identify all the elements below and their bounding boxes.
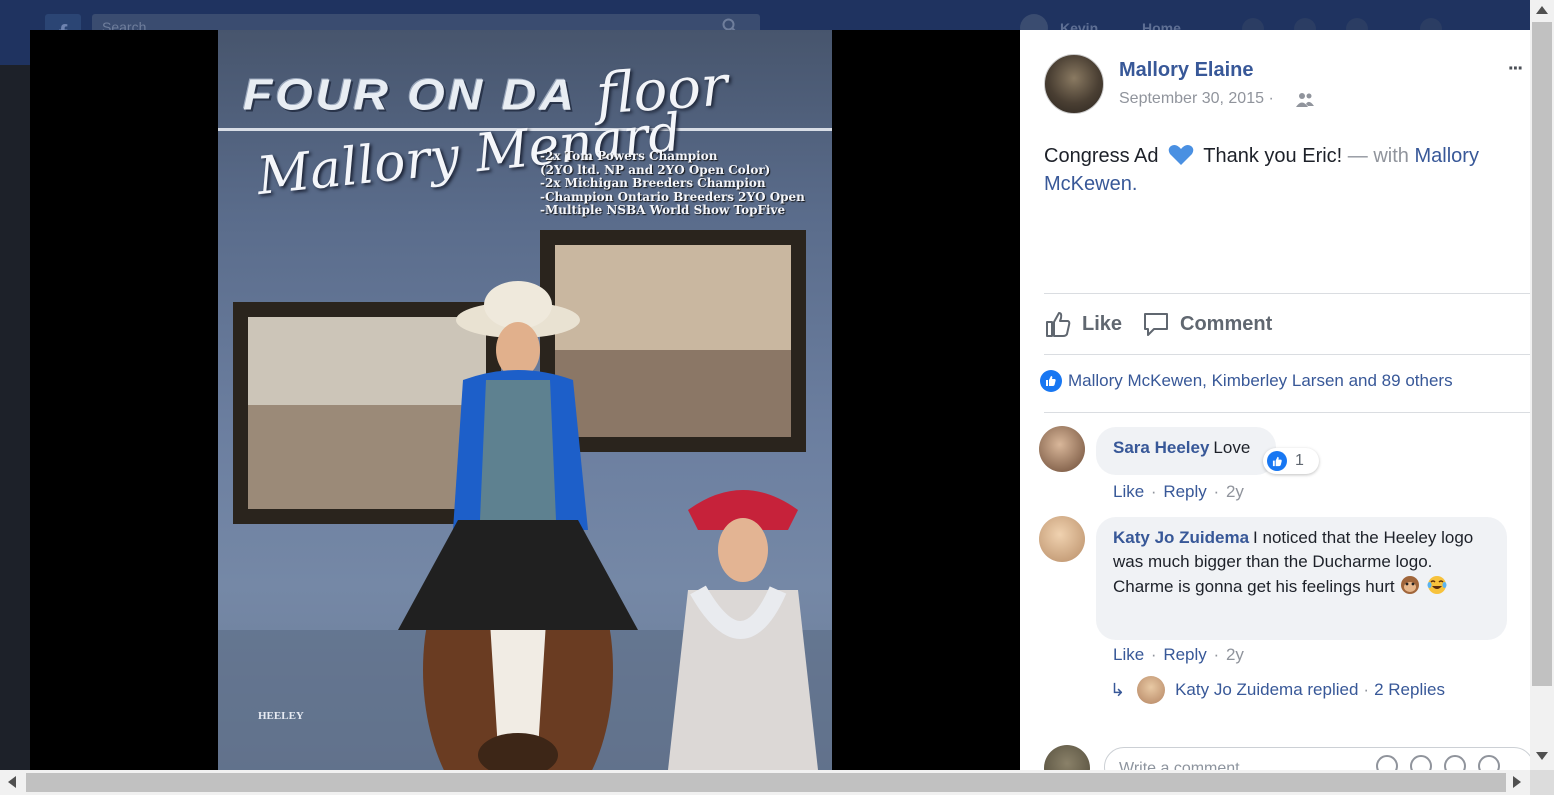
dot-separator: · [1213,645,1220,664]
reactions-summary[interactable]: Mallory McKewen, Kimberley Larsen and 89… [1040,370,1453,392]
comment-input-placeholder: Write a comment... [1119,760,1253,770]
ad-brand-logo: HEELEY [258,710,304,722]
reaction-count: 1 [1295,452,1304,469]
ad-achievement-line: -2x Tom Powers Champion [540,149,718,163]
scroll-right-arrow-icon[interactable] [1513,776,1521,788]
comment-actions: Like · Reply · 2y [1113,482,1244,502]
post-date-link[interactable]: September 30, 2015 [1119,90,1264,107]
reply-arrow-icon: ↳ [1110,679,1126,700]
scrollbar-corner [1530,770,1554,795]
comment-time[interactable]: 2y [1226,645,1244,664]
tears-of-joy-emoji-icon [1427,576,1447,594]
ad-achievement-line: -2x Michigan Breeders Champion [540,176,766,191]
post-date-row: September 30, 2015 · [1119,90,1274,108]
scroll-up-arrow-icon[interactable] [1536,6,1548,14]
comment-button[interactable]: Comment [1142,310,1272,338]
blue-heart-icon [1168,145,1194,165]
with-label: — with [1347,145,1409,167]
like-reaction-icon [1040,370,1062,392]
divider [1044,293,1530,294]
comment-like-link[interactable]: Like [1113,482,1144,501]
comment-icon [1144,313,1168,336]
composer-avatar [1044,745,1090,770]
comment-composer: Write a comment... [1020,735,1530,770]
photo-viewer-modal: FOUR ON DA floor Mallory Menard -2x Tom … [30,30,1530,770]
dot-separator: · [1213,482,1220,501]
ad-achievement-line: -Champion Ontario Breeders 2YO Open [540,189,805,204]
comment-text: Love [1213,438,1251,457]
post-sidebar: Mallory Elaine September 30, 2015 · ··· … [1020,30,1530,770]
more-options-button[interactable]: ··· [1508,58,1524,81]
composer-icons [1376,755,1500,770]
comment-bubble: Katy Jo Zuidema I noticed that the Heeley… [1096,517,1507,640]
ad-headline: FOUR ON DA [243,71,577,120]
comment-time[interactable]: 2y [1226,482,1244,501]
divider [1044,354,1530,355]
post-text-before: Congress Ad [1044,145,1159,167]
author-avatar[interactable] [1044,54,1104,114]
post-text: Congress Ad Thank you Eric! — with Mallo… [1044,142,1514,198]
like-label: Like [1082,312,1123,335]
author-name-link[interactable]: Mallory Elaine [1119,59,1254,82]
comment-actions: Like · Reply · 2y [1113,645,1244,665]
comment-bubble: Sara Heeley Love [1096,427,1276,475]
divider [1044,412,1530,413]
emoji-picker-icon[interactable] [1376,755,1398,770]
replier-avatar [1137,676,1166,704]
replies-count-link[interactable]: 2 Replies [1374,680,1445,700]
reactions-text: Mallory McKewen, Kimberley Larsen and 89… [1068,371,1453,390]
like-button[interactable]: Like [1044,310,1122,338]
comment-reply-link[interactable]: Reply [1163,482,1206,501]
scroll-down-arrow-icon[interactable] [1536,752,1548,760]
comment-author-link[interactable]: Sara Heeley [1113,438,1209,457]
post-text-after: Thank you Eric! [1203,145,1343,167]
post-photo[interactable]: FOUR ON DA floor Mallory Menard -2x Tom … [218,30,832,770]
comment-author-link[interactable]: Katy Jo Zuidema [1113,528,1249,547]
comment-reaction-badge[interactable]: 1 [1263,448,1319,474]
date-separator: · [1268,90,1274,107]
horizontal-scrollbar[interactable] [0,770,1530,795]
dot-separator: · [1150,482,1157,501]
comment-reply-link[interactable]: Reply [1163,645,1206,664]
vertical-scrollbar[interactable] [1530,0,1554,770]
replied-text: Katy Jo Zuidema replied [1175,680,1359,699]
dot-separator: · [1150,645,1157,664]
friends-audience-icon[interactable] [1295,92,1315,108]
comment-label: Comment [1180,312,1273,335]
horizontal-scroll-thumb[interactable] [26,773,1506,792]
camera-icon[interactable] [1410,755,1432,770]
ad-achievements: -2x Tom Powers Champion (2YO ltd. NP and… [540,149,830,218]
commenter-avatar[interactable] [1039,426,1085,472]
gif-icon[interactable] [1444,755,1466,770]
vertical-scroll-thumb[interactable] [1532,22,1552,686]
commenter-avatar[interactable] [1039,516,1085,562]
monkey-emoji-icon [1401,576,1420,594]
like-reaction-icon [1267,451,1287,471]
sticker-icon[interactable] [1478,755,1500,770]
dot-separator: · [1363,680,1370,699]
view-replies-link[interactable]: ↳ Katy Jo Zuidema replied · 2 Replies [1110,676,1445,704]
ad-achievement-line: -Multiple NSBA World Show TopFive [540,203,786,218]
scroll-left-arrow-icon[interactable] [8,776,16,788]
thumbs-up-icon [1046,312,1071,337]
comment-like-link[interactable]: Like [1113,645,1144,664]
ad-achievement-line: (2YO ltd. NP and 2YO Open Color) [540,162,771,177]
